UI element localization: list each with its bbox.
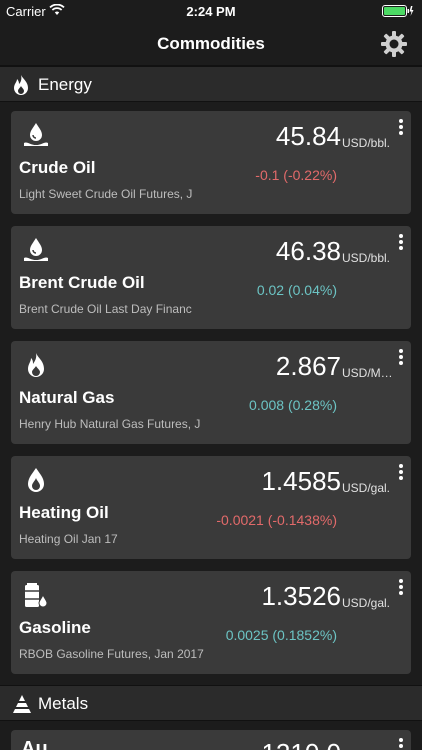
more-options-icon[interactable]: [396, 349, 406, 367]
settings-button[interactable]: [380, 30, 408, 58]
commodity-change: -0.1 (-0.22%): [255, 167, 337, 183]
oil-drop-icon: [21, 236, 51, 266]
commodity-unit: USD/M…: [342, 366, 393, 380]
page-title: Commodities: [157, 34, 265, 53]
commodity-unit: USD/gal.: [342, 481, 391, 495]
commodity-price: 45.84: [275, 121, 341, 151]
oil-drop-icon: [21, 121, 51, 151]
flame-icon: [11, 74, 31, 96]
commodity-unit: USD/bbl.: [342, 136, 391, 150]
commodity-description: Heating Oil Jan 17: [19, 532, 118, 546]
commodity-description: Brent Crude Oil Last Day Financ: [19, 302, 192, 316]
commodity-price: 1.4585: [261, 466, 341, 496]
heating-drop-icon: [21, 466, 51, 496]
section-title: Metals: [38, 694, 89, 713]
navigation-bar: Commodities: [0, 22, 422, 66]
commodity-name: Brent Crude Oil: [19, 273, 145, 292]
commodity-card-heating-oil[interactable]: Heating Oil Heating Oil Jan 17 1.4585 US…: [11, 456, 411, 559]
section-title: Energy: [38, 75, 92, 94]
commodity-description: Henry Hub Natural Gas Futures, J: [19, 417, 201, 431]
battery-icon: [382, 5, 414, 20]
commodity-unit: USD/bbl.: [342, 251, 391, 265]
commodity-card-gasoline[interactable]: Gasoline RBOB Gasoline Futures, Jan 2017…: [11, 571, 411, 674]
section-header-metals[interactable]: Metals: [0, 685, 422, 721]
commodity-unit: USD/gal.: [342, 596, 391, 610]
commodity-card-gold[interactable]: Au 1210.0: [11, 730, 411, 750]
commodity-name: Gasoline: [19, 618, 91, 637]
commodity-card-crude-oil[interactable]: Crude Oil Light Sweet Crude Oil Futures,…: [11, 111, 411, 214]
commodity-change: 0.02 (0.04%): [256, 282, 337, 298]
more-options-icon[interactable]: [396, 738, 406, 750]
commodity-name: Heating Oil: [19, 503, 109, 522]
flame-icon: [21, 351, 51, 381]
status-bar: Carrier 2:24 PM: [0, 0, 422, 22]
gear-icon: [381, 31, 407, 57]
commodity-name: Natural Gas: [19, 388, 115, 407]
commodity-change: 0.008 (0.28%): [249, 397, 337, 413]
commodity-description: RBOB Gasoline Futures, Jan 2017: [19, 647, 204, 661]
commodity-card-brent-crude-oil[interactable]: Brent Crude Oil Brent Crude Oil Last Day…: [11, 226, 411, 329]
more-options-icon[interactable]: [396, 579, 406, 597]
commodity-name: Crude Oil: [19, 158, 96, 177]
more-options-icon[interactable]: [396, 234, 406, 252]
more-options-icon[interactable]: [396, 464, 406, 482]
gold-bars-icon: [11, 693, 31, 715]
commodity-card-natural-gas[interactable]: Natural Gas Henry Hub Natural Gas Future…: [11, 341, 411, 444]
more-options-icon[interactable]: [396, 119, 406, 137]
gas-can-icon: [21, 581, 51, 611]
section-header-energy[interactable]: Energy: [0, 66, 422, 102]
commodity-symbol: Au: [21, 738, 48, 750]
commodity-price: 1210.0: [261, 738, 341, 750]
commodity-change: 0.0025 (0.1852%): [225, 627, 337, 643]
commodity-price: 1.3526: [261, 581, 341, 611]
commodity-change: -0.0021 (-0.1438%): [216, 512, 337, 528]
status-time: 2:24 PM: [186, 4, 236, 19]
commodity-price: 46.38: [275, 236, 341, 266]
commodity-price: 2.867: [275, 351, 341, 381]
commodity-description: Light Sweet Crude Oil Futures, J: [19, 187, 193, 201]
